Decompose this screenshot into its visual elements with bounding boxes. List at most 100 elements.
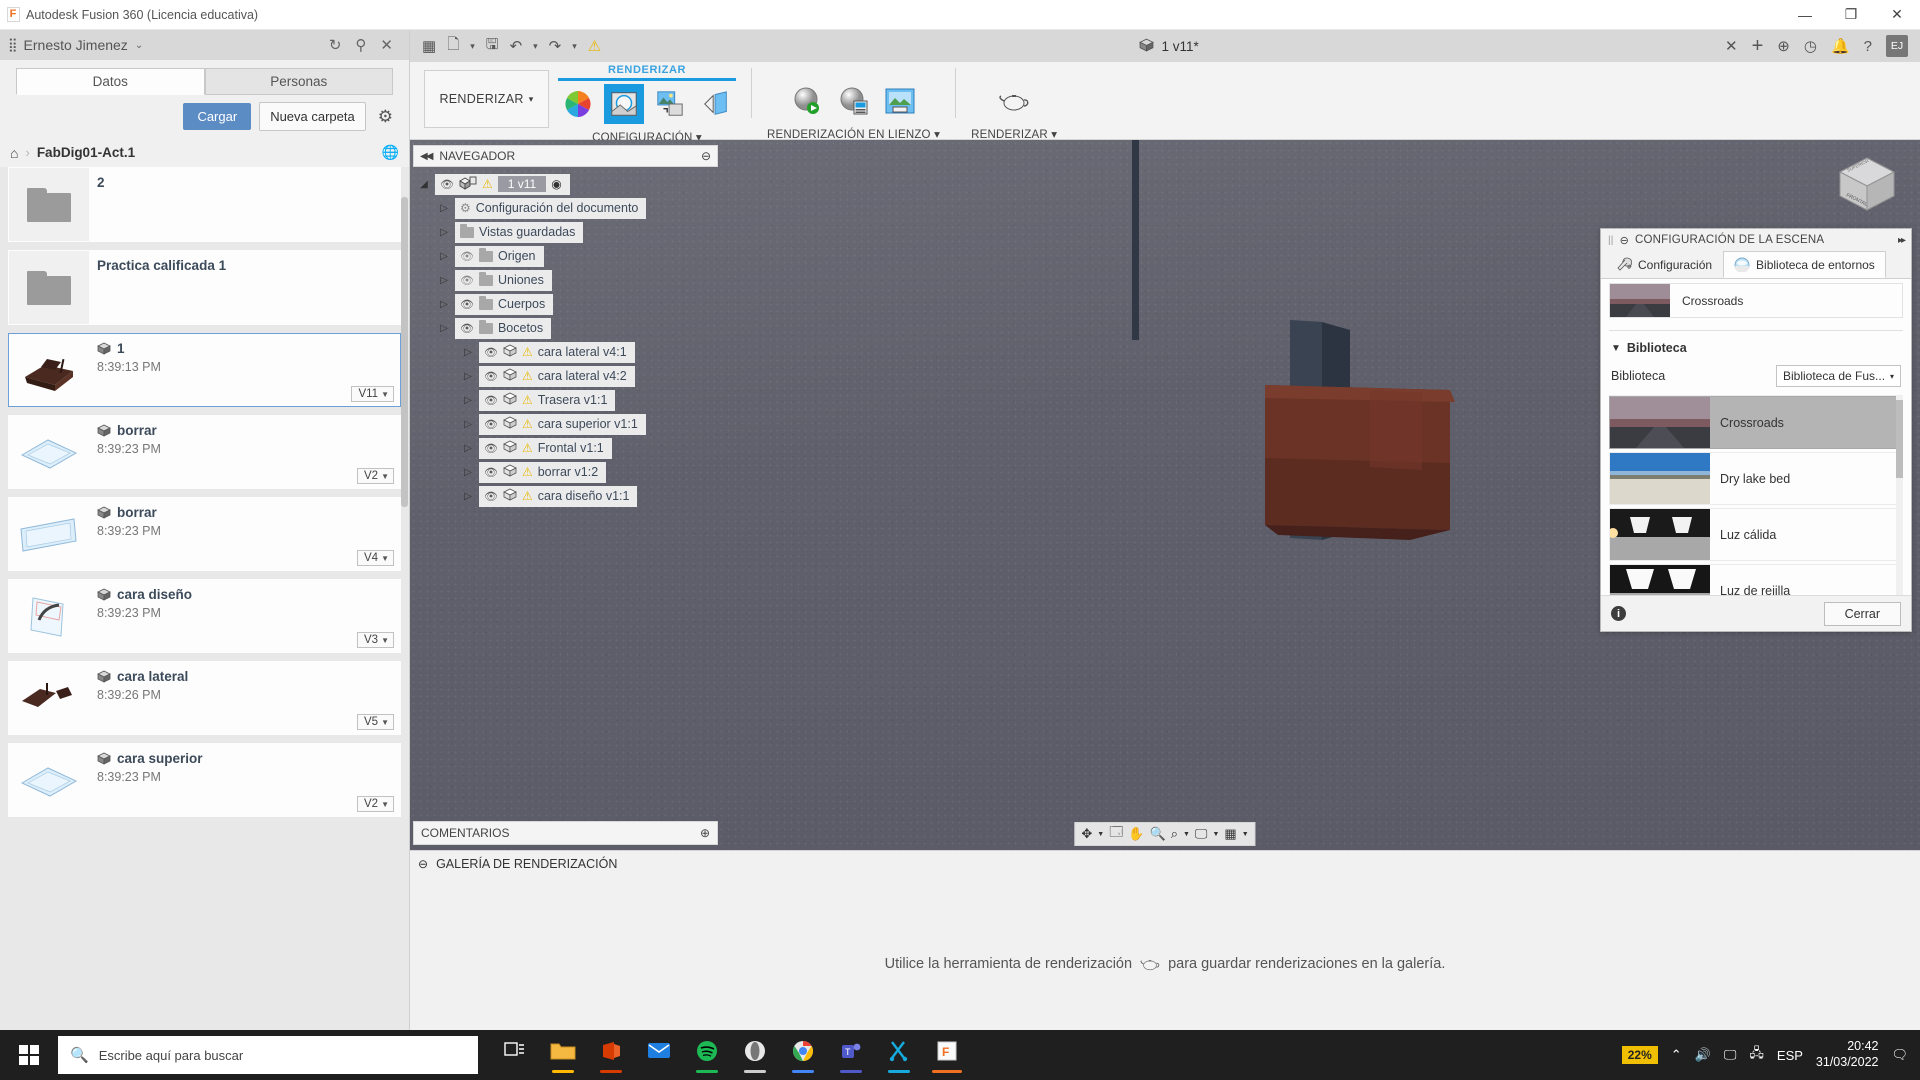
list-item[interactable]: Luz de rejilla [1609, 564, 1903, 595]
tree-row-root[interactable]: ◢ 👁 ⚠ 1 v11 ◉ [413, 173, 718, 195]
add-comment-icon[interactable]: ⊕ [700, 826, 710, 840]
orbit-caret-icon[interactable]: ▼ [1097, 831, 1104, 838]
zoom-caret-icon[interactable]: ▼ [1183, 831, 1190, 838]
list-item[interactable]: cara superior 8:39:23 PM V2 ▼ [8, 743, 401, 817]
undo-caret-icon[interactable]: ▾ [529, 39, 542, 54]
network-icon[interactable]: 🖧 [1749, 1044, 1764, 1066]
task-view-button[interactable] [498, 1035, 532, 1075]
notifications-icon[interactable]: 🗨 [1891, 1047, 1908, 1063]
grid-snaps-icon[interactable]: ▦ [1224, 826, 1236, 842]
appearance-button[interactable] [558, 84, 598, 124]
tree-row[interactable]: ▷ 👁 ⚠ Frontal v1:1 [413, 437, 718, 459]
orbit-icon[interactable]: ✥ [1081, 826, 1092, 842]
decals-button[interactable] [650, 84, 690, 124]
root-node-chip[interactable]: 👁 ⚠ 1 v11 ◉ [435, 173, 570, 195]
expand-arrow-icon[interactable]: ▷ [457, 371, 479, 382]
globe-icon[interactable]: 🌐 [382, 144, 399, 161]
list-item[interactable]: Practica calificada 1 [8, 250, 401, 325]
tree-node-chip[interactable]: 👁 Cuerpos [455, 293, 554, 315]
ribbon-group-label[interactable]: RENDERIZACIÓN EN LIENZO ▾ [767, 127, 940, 141]
environment-list-scrollbar[interactable] [1896, 396, 1903, 595]
ribbon-group-tab-label[interactable]: RENDERIZAR [608, 64, 686, 76]
tree-row[interactable]: ▷ 👁 ⚠ cara lateral v4:1 [413, 341, 718, 363]
data-panel-file-list[interactable]: 2 Practica calificada 1 1 8:39:13 PM V11… [0, 167, 409, 1050]
add-tab-icon[interactable]: + [1752, 35, 1764, 58]
version-badge[interactable]: V2 ▼ [357, 468, 394, 484]
expand-arrow-icon[interactable]: ▷ [457, 395, 479, 406]
tree-row[interactable]: ▷ 👁 Uniones [413, 269, 718, 291]
tree-node-chip[interactable]: ⚙ Configuración del documento [455, 197, 647, 219]
notifications-icon[interactable]: 🔔 [1831, 37, 1850, 55]
visibility-eye-icon[interactable]: 👁 [484, 394, 498, 407]
help-icon[interactable]: ? [1864, 38, 1872, 55]
battery-indicator[interactable]: 22% [1621, 1046, 1658, 1064]
close-dialog-button[interactable]: Cerrar [1823, 601, 1901, 626]
zoom-icon[interactable]: 🔍 [1150, 826, 1166, 842]
expand-arrow-icon[interactable]: ▷ [457, 347, 479, 358]
tree-node-chip[interactable]: 👁 Bocetos [455, 317, 552, 339]
save-icon[interactable]: 🖫 [482, 32, 503, 61]
canvas-render-start-button[interactable] [788, 81, 828, 121]
look-at-icon[interactable]: 🗔 [1109, 823, 1123, 845]
tree-row[interactable]: ▷ 👁 Origen [413, 245, 718, 267]
tree-node-chip[interactable]: 👁 ⚠ Frontal v1:1 [479, 437, 612, 459]
tree-node-chip[interactable]: 👁 ⚠ cara superior v1:1 [479, 413, 646, 435]
undo-icon[interactable]: ↶ [506, 35, 527, 57]
refresh-icon[interactable]: ↻ [329, 36, 342, 54]
expand-arrow-icon[interactable]: ▷ [433, 251, 455, 262]
tree-row[interactable]: ▷ 👁 ⚠ borrar v1:2 [413, 461, 718, 483]
expand-arrow-icon[interactable]: ▷ [457, 443, 479, 454]
view-cube[interactable]: FRONTAL SUPERIOR [1832, 152, 1902, 218]
visibility-eye-icon[interactable]: 👁 [484, 370, 498, 383]
visibility-eye-icon[interactable]: 👁 [484, 466, 498, 479]
navigator-menu-icon[interactable]: ⊖ [701, 149, 711, 163]
version-badge[interactable]: V2 ▼ [357, 796, 394, 812]
job-status-icon[interactable]: ◷ [1804, 37, 1817, 55]
collapse-icon[interactable]: ◀◀ [420, 151, 433, 162]
tab-biblioteca-entornos[interactable]: Biblioteca de entornos [1723, 251, 1886, 278]
expand-arrow-icon[interactable]: ▷ [433, 299, 455, 310]
list-item[interactable]: borrar 8:39:23 PM V2 ▼ [8, 415, 401, 489]
capture-image-button[interactable] [880, 81, 920, 121]
expand-arrow-icon[interactable]: ▷ [457, 491, 479, 502]
display-icon[interactable]: 🖵 [1724, 1047, 1737, 1063]
3d-viewport[interactable]: ◀◀ NAVEGADOR ⊖ ◢ 👁 ⚠ 1 v11 ◉ ▷ ⚙ Configu… [410, 140, 1920, 850]
tab-datos[interactable]: Datos [16, 68, 205, 95]
taskbar-app-cura[interactable] [882, 1035, 916, 1075]
expand-arrow-icon[interactable]: ▷ [457, 467, 479, 478]
minimize-icon[interactable]: ⊖ [1620, 234, 1629, 247]
list-item[interactable]: cara lateral 8:39:26 PM V5 ▼ [8, 661, 401, 735]
tree-node-chip[interactable]: 👁 ⚠ cara lateral v4:2 [479, 365, 635, 387]
redo-icon[interactable]: ↷ [545, 35, 566, 57]
library-section-header[interactable]: ▼ Biblioteca [1611, 341, 1911, 355]
radio-icon[interactable]: ◉ [551, 177, 561, 191]
tree-node-chip[interactable]: 👁 ⚠ cara lateral v4:1 [479, 341, 635, 363]
list-item[interactable]: Crossroads [1609, 396, 1903, 449]
tree-row[interactable]: ▷ Vistas guardadas [413, 221, 718, 243]
visibility-eye-icon[interactable]: 👁 [440, 178, 454, 191]
expand-arrow-icon[interactable]: ◢ [413, 179, 435, 190]
info-icon[interactable]: i [1611, 606, 1626, 621]
expand-icon[interactable]: ▸▸ [1898, 235, 1906, 246]
redo-caret-icon[interactable]: ▾ [568, 39, 581, 54]
section-analysis-button[interactable] [696, 84, 736, 124]
environment-list[interactable]: Crossroads Dry lake bed Luz cálida Luz d… [1609, 395, 1903, 595]
visibility-eye-icon[interactable]: 👁 [460, 322, 474, 335]
upload-button[interactable]: Cargar [183, 103, 252, 130]
tree-row[interactable]: ▷ ⚙ Configuración del documento [413, 197, 718, 219]
tree-node-chip[interactable]: 👁 ⚠ borrar v1:2 [479, 461, 607, 483]
start-button[interactable] [0, 1030, 58, 1080]
list-item[interactable]: 2 [8, 167, 401, 242]
current-environment[interactable]: Crossroads [1609, 283, 1903, 318]
list-item[interactable]: Luz cálida [1609, 508, 1903, 561]
render-button[interactable] [994, 81, 1034, 121]
grid-caret-icon[interactable]: ▼ [1242, 831, 1249, 838]
taskbar-app-spotify[interactable] [690, 1035, 724, 1075]
warning-icon[interactable]: ⚠ [584, 35, 605, 57]
clock[interactable]: 20:42 31/03/2022 [1816, 1039, 1879, 1070]
comments-bar[interactable]: COMENTARIOS ⊕ [413, 821, 718, 845]
list-item[interactable]: cara diseño 8:39:23 PM V3 ▼ [8, 579, 401, 653]
expand-arrow-icon[interactable]: ▷ [433, 323, 455, 334]
user-name[interactable]: Ernesto Jimenez [24, 37, 128, 53]
tree-node-chip[interactable]: 👁 Origen [455, 245, 544, 267]
